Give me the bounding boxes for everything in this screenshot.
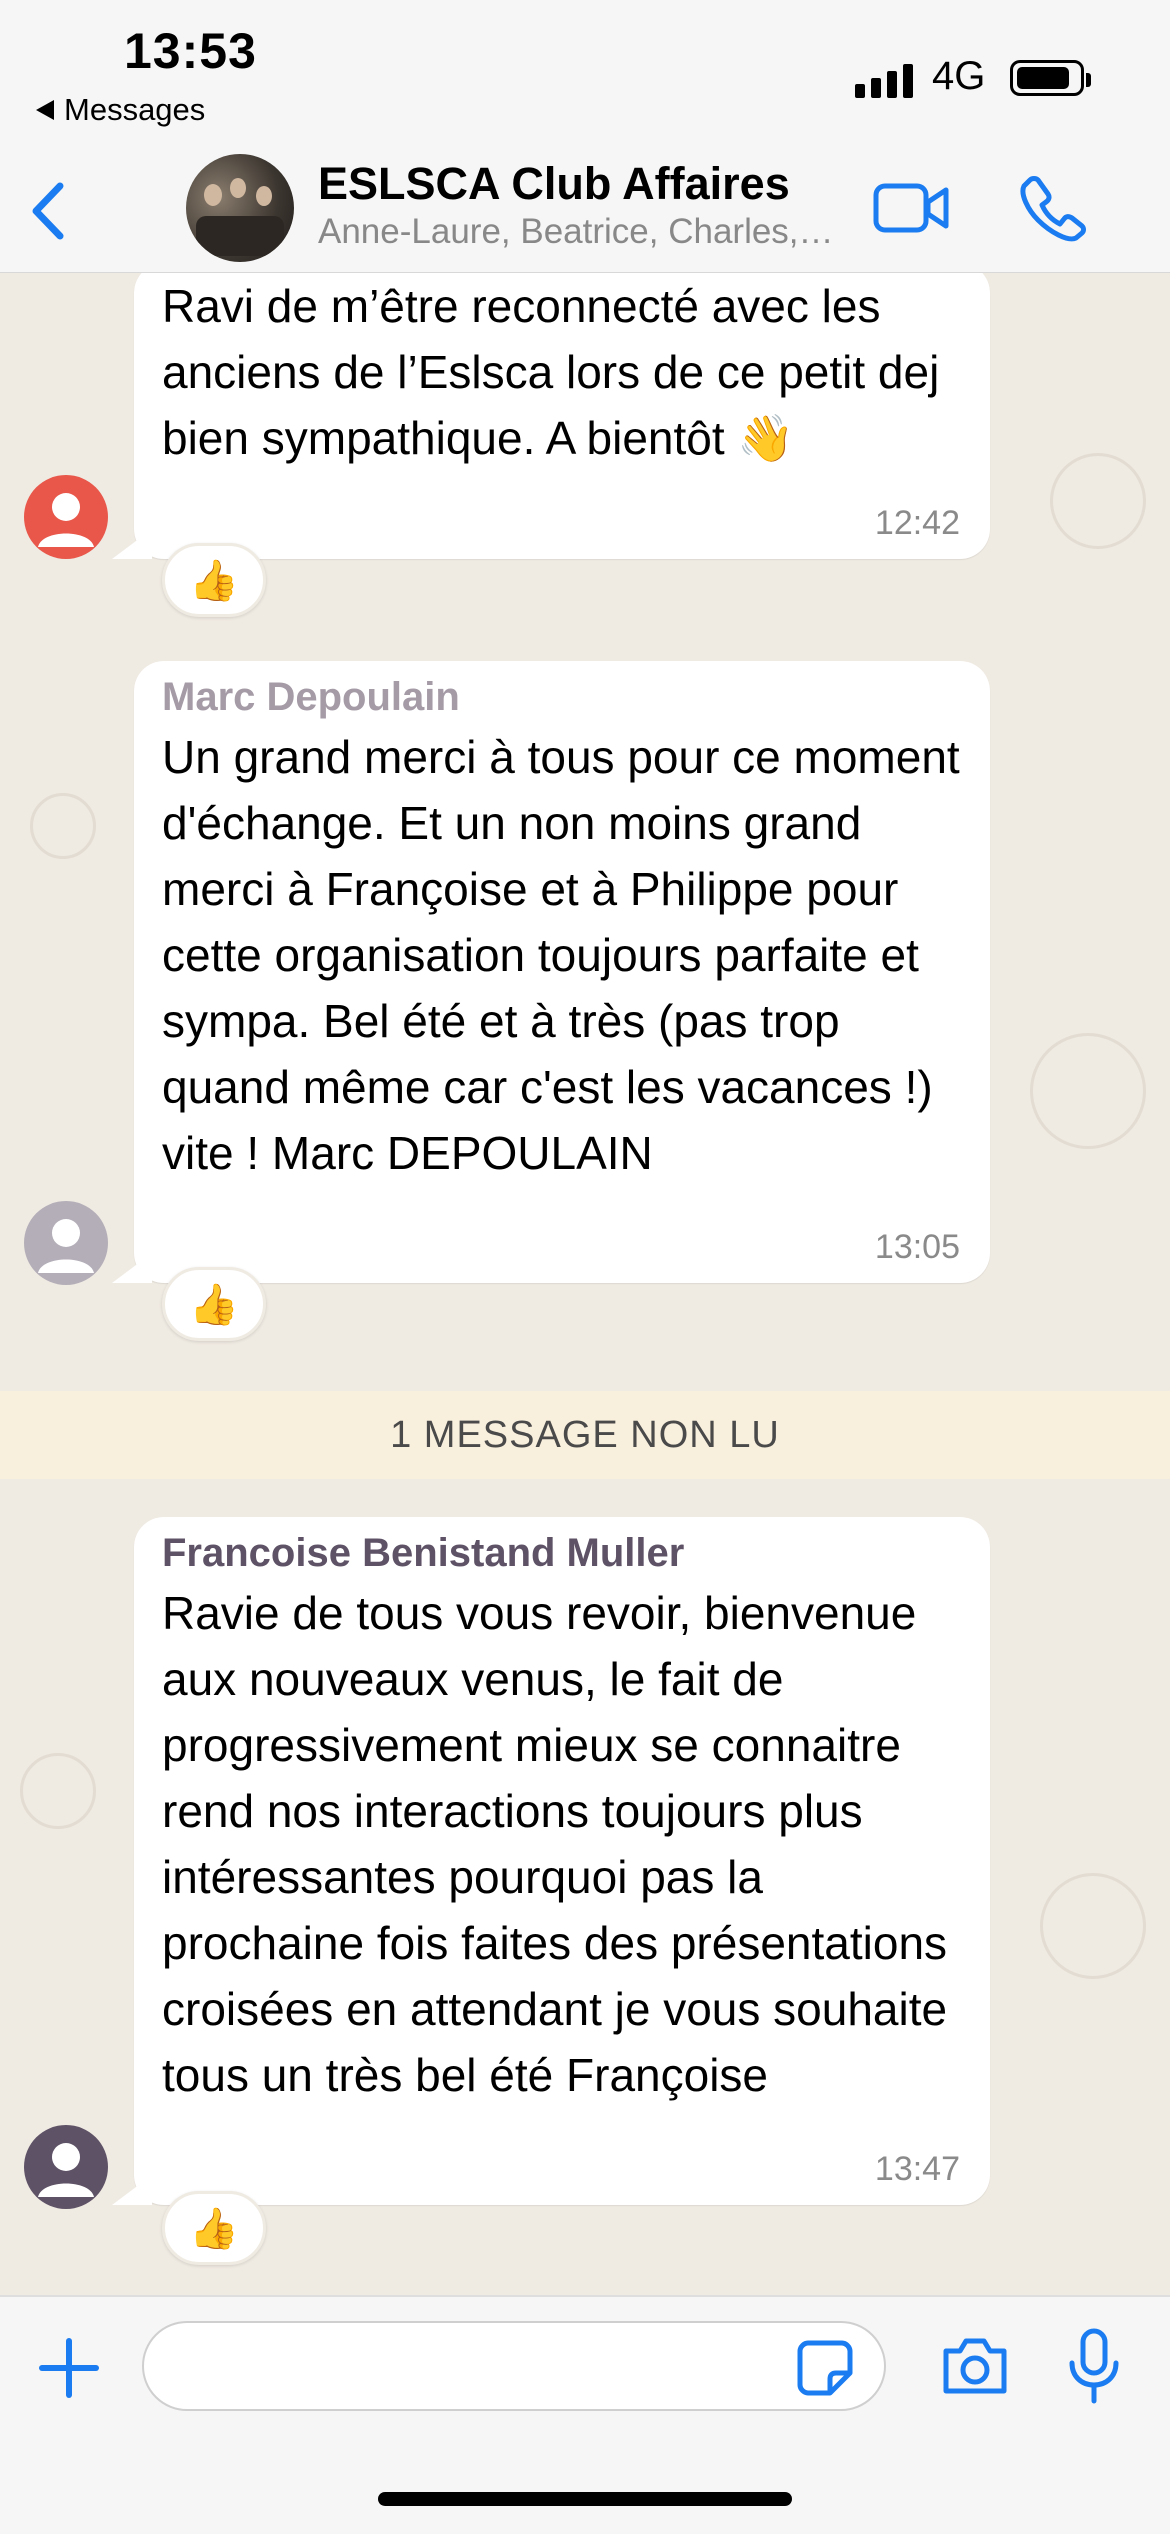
unread-banner: 1 MESSAGE NON LU <box>0 1391 1170 1479</box>
plus-icon[interactable] <box>36 2335 102 2401</box>
reaction-badge[interactable]: 👍 <box>162 1267 266 1341</box>
thumbs-up-icon: 👍 <box>189 558 239 603</box>
message-text: Un grand merci à tous pour ce moment d'é… <box>162 731 960 1179</box>
sender-avatar[interactable] <box>24 2125 108 2209</box>
battery-fill <box>1017 67 1069 89</box>
back-to-app-link[interactable]: Messages <box>36 92 205 128</box>
message-bubble[interactable]: Ravi de m’être reconnecté avec les ancie… <box>112 273 990 559</box>
person-icon <box>38 2143 94 2197</box>
message-time: 12:42 <box>874 504 960 542</box>
camera-icon[interactable] <box>940 2335 1010 2397</box>
sender-name[interactable]: Francoise Benistand Muller <box>162 1531 962 1576</box>
sender-avatar[interactable] <box>24 475 108 559</box>
person-icon <box>38 493 94 547</box>
person-icon <box>38 1219 94 1273</box>
back-to-app-label: Messages <box>64 92 206 127</box>
microphone-icon[interactable] <box>1066 2327 1122 2407</box>
battery-icon <box>1010 60 1091 96</box>
message-input[interactable] <box>142 2321 886 2411</box>
status-time: 13:53 <box>124 23 257 79</box>
message-time: 13:47 <box>874 2150 960 2188</box>
status-bar: 13:53 Messages 4G <box>0 0 1170 150</box>
video-call-icon[interactable] <box>872 178 952 238</box>
message-time: 13:05 <box>874 1228 960 1266</box>
message-bubble[interactable]: Marc Depoulain Un grand merci à tous pou… <box>112 661 990 1283</box>
message-text: Ravi de m’être reconnecté avec les ancie… <box>162 280 940 464</box>
reaction-badge[interactable]: 👍 <box>162 543 266 617</box>
sender-avatar[interactable] <box>24 1201 108 1285</box>
thumbs-up-icon: 👍 <box>189 1282 239 1327</box>
back-triangle-icon <box>36 100 54 120</box>
home-indicator[interactable] <box>378 2492 792 2506</box>
phone-call-icon[interactable] <box>1020 174 1088 242</box>
message-bubble[interactable]: Francoise Benistand Muller Ravie de tous… <box>112 1517 990 2205</box>
group-name[interactable]: ESLSCA Club Affaires <box>318 158 790 210</box>
chat-header: ESLSCA Club Affaires Anne-Laure, Beatric… <box>0 150 1170 274</box>
sender-name[interactable]: Marc Depoulain <box>162 675 962 720</box>
message-text: Ravie de tous vous revoir, bienvenue aux… <box>162 1587 948 2101</box>
group-avatar[interactable] <box>186 154 294 262</box>
network-type: 4G <box>932 54 986 98</box>
sticker-icon[interactable] <box>796 2339 854 2397</box>
chevron-left-icon[interactable] <box>24 176 74 246</box>
thumbs-up-icon: 👍 <box>189 2206 239 2251</box>
group-members[interactable]: Anne-Laure, Beatrice, Charles, Marc, Phi… <box>318 212 838 252</box>
signal-strength-icon <box>855 58 913 98</box>
chat-scroll-area[interactable]: Ravi de m’être reconnecté avec les ancie… <box>0 273 1170 2295</box>
reaction-badge[interactable]: 👍 <box>162 2191 266 2265</box>
